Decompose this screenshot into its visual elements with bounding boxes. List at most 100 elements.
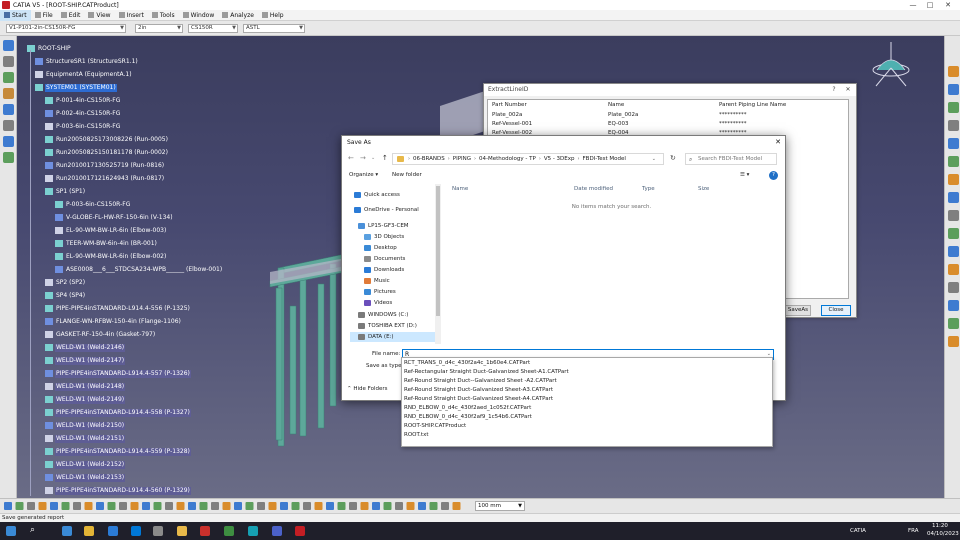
tree-node[interactable]: WELD-W1 (Weld-2149) (45, 395, 126, 404)
close-icon[interactable]: ✕ (775, 136, 781, 149)
tool-icon[interactable] (948, 228, 959, 239)
menu-tools[interactable]: Tools (148, 10, 179, 21)
maximize-button[interactable]: □ (922, 0, 938, 10)
tree-node[interactable]: ROOT-SHIP (27, 44, 72, 53)
nav-item[interactable]: Music (356, 276, 438, 286)
toolbar-tool-icon[interactable] (257, 502, 265, 510)
tool-icon[interactable] (948, 84, 959, 95)
tree-node[interactable]: WELD-W1 (Weld-2153) (45, 473, 126, 482)
spec-combo[interactable]: CS150R ▼ (188, 24, 238, 33)
breadcrumb-segment[interactable]: 06-BRANDS (413, 156, 445, 162)
toolbar-tool-icon[interactable] (280, 502, 288, 510)
help-icon[interactable]: ? (769, 171, 778, 180)
specification-tree[interactable]: ROOT-SHIP StructureSR1 (StructureSR1.1) Eq… (17, 36, 257, 498)
toolbar-tool-icon[interactable] (291, 502, 300, 510)
close-icon[interactable]: ✕ (842, 84, 854, 96)
toolbar-tool-icon[interactable] (429, 502, 438, 510)
task-view-icon[interactable] (62, 526, 72, 536)
toolbar-tool-icon[interactable] (245, 502, 254, 510)
menu-help[interactable]: Help (258, 10, 288, 21)
tree-node[interactable]: WELD-W1 (Weld-2151) (45, 434, 126, 443)
tree-node[interactable]: WELD-W1 (Weld-2150) (45, 421, 126, 430)
nav-item[interactable]: Documents (356, 254, 438, 264)
tool-icon[interactable] (948, 138, 959, 149)
toolbar-tool-icon[interactable] (441, 502, 449, 510)
toolbar-tool-icon[interactable] (395, 502, 403, 510)
toolbar-tool-icon[interactable] (383, 502, 392, 510)
product-tool-icon[interactable] (3, 72, 14, 83)
nav-item[interactable]: LP15-GF3-CEM (350, 221, 438, 231)
toolbar-tool-icon[interactable] (418, 502, 426, 510)
toolbar-tool-icon[interactable] (96, 502, 104, 510)
clock-date[interactable]: 04/10/2023 (927, 531, 959, 537)
toolbar-tool-icon[interactable] (61, 502, 70, 510)
column-header-type[interactable]: Type (642, 186, 655, 192)
teams-icon[interactable] (272, 526, 282, 536)
route-tool-icon[interactable] (3, 104, 14, 115)
saveas-button[interactable]: SaveAs (785, 305, 811, 316)
nav-item[interactable]: Downloads (356, 265, 438, 275)
toolbar-tool-icon[interactable] (153, 502, 162, 510)
menu-analyze[interactable]: Analyze (218, 10, 258, 21)
file-list[interactable]: Name Date modified Type Size No items ma… (444, 184, 779, 344)
line-id-combo[interactable]: V1-P101-2in-CS150R-FG ▼ (6, 24, 126, 33)
tree-node[interactable]: P-002-4in-CS150R-FG (45, 109, 121, 118)
tool-icon[interactable] (948, 210, 959, 221)
tree-node[interactable]: Run20050825150181178 (Run-0002) (45, 148, 169, 157)
suggestion-item[interactable]: Ref-Round Straight Duct--Galvanized Shee… (404, 377, 557, 386)
column-header[interactable]: Name (608, 102, 624, 108)
menu-window[interactable]: Window (179, 10, 219, 21)
excel-icon[interactable] (224, 526, 234, 536)
refresh-icon[interactable]: ↻ (670, 154, 676, 162)
suggestion-item[interactable]: Ref-Round Straight Duct-Galvanized Sheet… (404, 386, 553, 395)
nav-item[interactable]: OneDrive - Personal (346, 205, 438, 215)
toolbar-tool-icon[interactable] (314, 502, 323, 510)
organize-button[interactable]: Organize ▾ (349, 172, 378, 178)
toolbar-tool-icon[interactable] (27, 502, 35, 510)
toolbar-tool-icon[interactable] (360, 502, 369, 510)
compass-icon[interactable] (868, 42, 914, 94)
tree-node[interactable]: EquipmentA (EquipmentA.1) (35, 70, 133, 79)
toolbar-tool-icon[interactable] (107, 502, 116, 510)
menu-edit[interactable]: Edit (57, 10, 85, 21)
toolbar-tool-icon[interactable] (349, 502, 357, 510)
close-window-button[interactable]: ✕ (940, 0, 956, 10)
toolbar-tool-icon[interactable] (142, 502, 150, 510)
toolbar-tool-icon[interactable] (4, 502, 12, 510)
measure-tool-icon[interactable] (3, 56, 14, 67)
forward-arrow-icon[interactable]: → (360, 154, 366, 162)
tree-node[interactable]: Run2010017130525719 (Run-0816) (45, 161, 165, 170)
tree-node[interactable]: EL-90-WM-BW-LR-6in (Elbow-003) (55, 226, 167, 235)
suggestion-item[interactable]: Ref-Round Straight Duct-Galvanized Sheet… (404, 395, 553, 404)
suggestion-item[interactable]: RND_ELBOW_0_d4c_430f2aed_1c052f.CATPart (404, 404, 531, 413)
toolbar-tool-icon[interactable] (406, 502, 415, 510)
suggestion-item[interactable]: RND_ELBOW_0_d4c_430f2af9_1c54b6.CATPart (404, 413, 532, 422)
scrollbar-thumb[interactable] (436, 186, 440, 316)
column-header-date[interactable]: Date modified (574, 186, 613, 192)
tree-node[interactable]: PIPE-PIPE4inSTANDARD-L914.4-560 (P-1329) (45, 486, 191, 495)
toolbar-tool-icon[interactable] (268, 502, 277, 510)
suggestion-item[interactable]: ROOT-SHIP.CATProduct (404, 422, 466, 431)
toolbar-tool-icon[interactable] (15, 502, 24, 510)
suggestion-item[interactable]: Ref-Rectangular Straight Duct-Galvanized… (404, 368, 569, 377)
tree-node[interactable]: WELD-W1 (Weld-2146) (45, 343, 126, 352)
tree-node[interactable]: WELD-W1 (Weld-2152) (45, 460, 126, 469)
nav-item[interactable]: Quick access (346, 190, 438, 200)
tree-node[interactable]: P-003-6in-CS150R-FG (55, 200, 131, 209)
tree-node[interactable]: P-003-6in-CS150R-FG (45, 122, 121, 131)
tool-icon[interactable] (948, 318, 959, 329)
tray-app-label[interactable]: CATIA (850, 528, 866, 534)
tool-icon[interactable] (948, 336, 959, 347)
toolbar-tool-icon[interactable] (303, 502, 311, 510)
search-icon[interactable]: ⌕ (30, 525, 40, 535)
new-folder-button[interactable]: New folder (392, 172, 422, 178)
file-name-suggestions[interactable]: RCT_TRANS_0_d4c_430f2a4c_1b60e4.CATPart R… (401, 357, 773, 447)
tree-node[interactable]: SP4 (SP4) (45, 291, 86, 300)
nav-item[interactable]: Desktop (356, 243, 438, 253)
chevron-down-icon[interactable]: ⌄ (652, 156, 656, 162)
up-arrow-icon[interactable]: ↑ (382, 154, 388, 162)
tool-icon[interactable] (948, 192, 959, 203)
spec-tool-icon[interactable] (3, 152, 14, 163)
app-icon[interactable] (295, 526, 305, 536)
breadcrumb-segment[interactable]: PIPING (453, 156, 471, 162)
